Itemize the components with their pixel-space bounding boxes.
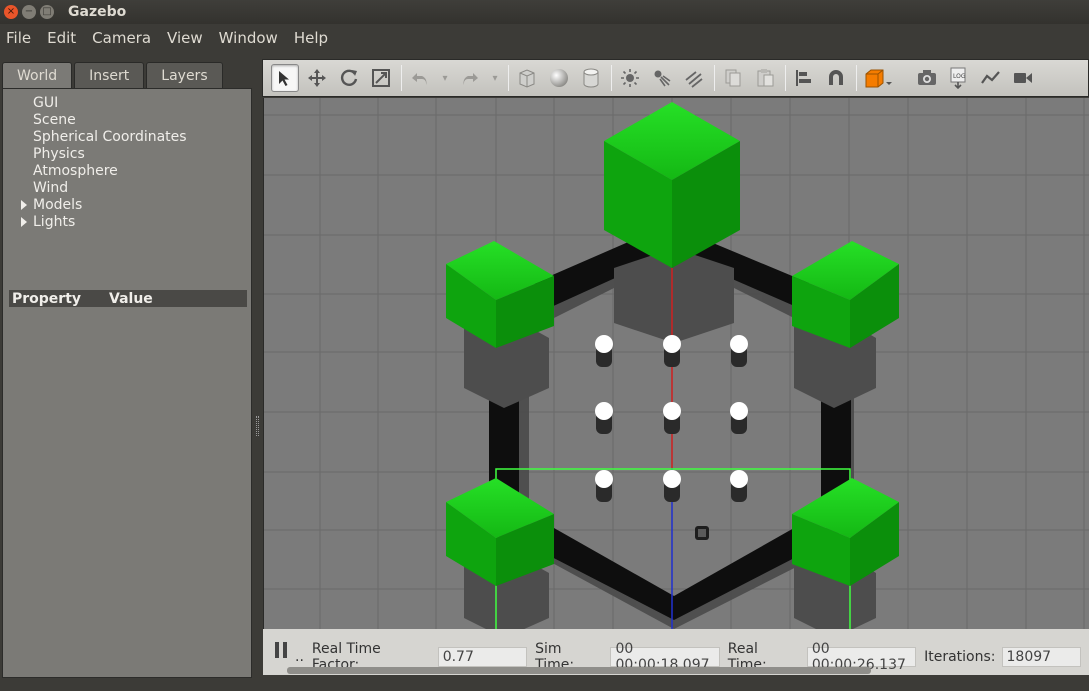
menu-edit[interactable]: Edit [47,29,76,47]
expand-arrow-icon[interactable] [21,217,27,227]
svg-text:LOG: LOG [953,73,966,80]
tree-item-label: Models [33,197,83,213]
copy-icon[interactable] [719,64,747,92]
pause-icon[interactable] [275,642,289,658]
cylinder-icon[interactable] [577,64,605,92]
menu-camera[interactable]: Camera [92,29,151,47]
main-area: ▾ ▾ LOG .. Real Time Factor: 0.77 Sim Ti… [262,59,1089,691]
menu-view[interactable]: View [167,29,203,47]
scene-viewport[interactable] [263,98,1089,629]
tree-item-models[interactable]: Models [21,197,83,213]
minimize-window-icon[interactable]: − [22,5,36,19]
toolbar-separator [714,65,715,91]
green-cube-lower-right [792,478,899,586]
redo-icon[interactable] [456,64,484,92]
toolbar: ▾ ▾ LOG [262,59,1089,97]
tree-item-atmosphere[interactable]: Atmosphere [33,163,118,179]
green-cube-top [604,102,740,268]
property-header: Property Value [9,290,247,307]
close-window-icon[interactable]: × [4,5,18,19]
toolbar-separator [785,65,786,91]
tree-item-lights[interactable]: Lights [21,214,76,230]
scene-render [264,98,1089,629]
menu-help[interactable]: Help [294,29,328,47]
world-tree: GUI Scene Spherical Coordinates Physics … [2,88,252,678]
undo-icon[interactable] [406,64,434,92]
sim-time-value: 00 00:00:18.097 [610,641,720,673]
tree-item-label: Lights [33,214,76,230]
expand-arrow-icon[interactable] [21,200,27,210]
toolbar-separator [508,65,509,91]
status-bar: .. Real Time Factor: 0.77 Sim Time: 00 0… [263,629,1089,675]
redo-dropdown-icon[interactable]: ▾ [488,64,502,92]
screenshot-icon[interactable] [913,64,941,92]
title-bar: × − □ Gazebo [0,0,1089,24]
left-panel: World Insert Layers GUI Scene Spherical … [0,56,259,691]
sphere-icon[interactable] [545,64,573,92]
record-icon[interactable] [1009,64,1037,92]
scale-icon[interactable] [367,64,395,92]
panel-splitter[interactable] [256,416,259,436]
iterations-value: 18097 [1001,647,1082,667]
left-tabs: World Insert Layers [2,62,225,88]
status-dots: .. [295,649,304,665]
menu-window[interactable]: Window [219,29,278,47]
select-arrow-icon[interactable] [271,64,299,92]
spot-light-icon[interactable] [648,64,676,92]
tab-insert[interactable]: Insert [74,62,145,88]
toolbar-separator [401,65,402,91]
tree-item-physics[interactable]: Physics [33,146,85,162]
tab-world[interactable]: World [2,62,73,88]
tree-item-gui[interactable]: GUI [33,95,58,111]
tree-item-wind[interactable]: Wind [33,180,68,196]
tab-layers[interactable]: Layers [146,62,223,88]
box-icon[interactable] [513,64,541,92]
plot-icon[interactable] [977,64,1005,92]
menu-file[interactable]: File [6,29,31,47]
green-cube-upper-right [792,241,899,348]
iterations-label: Iterations: [924,649,996,665]
property-column-header: Property [12,290,82,307]
white-pillars [595,335,748,502]
window-title: Gazebo [68,4,127,20]
menu-bar: File Edit Camera View Window Help [0,24,1089,52]
value-column-header: Value [109,290,153,307]
toolbar-separator [856,65,857,91]
robot-model [695,526,709,540]
tree-item-scene[interactable]: Scene [33,112,76,128]
green-cube-upper-left [446,241,554,348]
log-icon[interactable]: LOG [945,64,973,92]
toolbar-separator [611,65,612,91]
horizontal-scrollbar[interactable] [287,667,871,674]
view-angle-icon[interactable] [861,64,895,92]
green-cube-lower-left [446,478,554,586]
translate-icon[interactable] [303,64,331,92]
real-time-factor-value: 0.77 [437,647,528,667]
maximize-window-icon[interactable]: □ [40,5,54,19]
point-light-icon[interactable] [616,64,644,92]
rotate-icon[interactable] [335,64,363,92]
align-icon[interactable] [790,64,818,92]
tree-item-spherical-coordinates[interactable]: Spherical Coordinates [33,129,187,145]
directional-light-icon[interactable] [680,64,708,92]
real-time-value: 00 00:00:26.137 [806,641,917,673]
paste-icon[interactable] [751,64,779,92]
snap-icon[interactable] [822,64,850,92]
undo-dropdown-icon[interactable]: ▾ [438,64,452,92]
